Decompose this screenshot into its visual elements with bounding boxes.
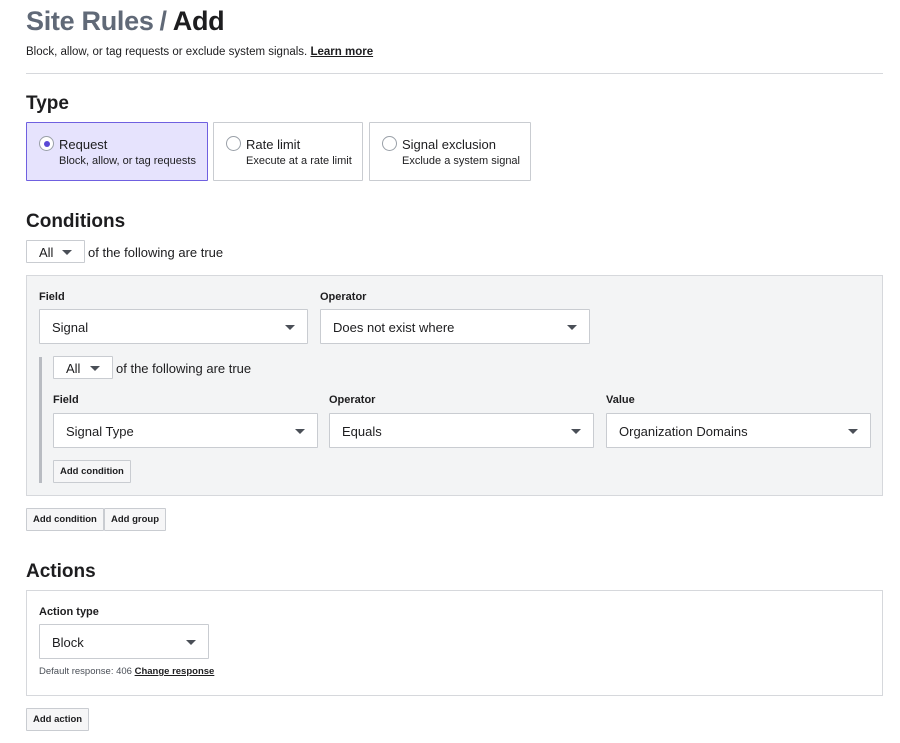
chevron-down-icon [571,429,581,434]
type-option-rate-limit[interactable]: Rate limit Execute at a rate limit [213,122,363,181]
action-type-label: Action type [39,606,99,618]
group-add-condition-button[interactable]: Add condition [53,460,131,483]
operator-label: Operator [320,291,367,303]
type-option-signal-exclusion[interactable]: Signal exclusion Exclude a system signal [369,122,531,181]
type-section-title: Type [26,93,69,114]
change-response-link[interactable]: Change response [135,666,215,677]
group-value-select[interactable]: Organization Domains [606,413,871,448]
chevron-down-icon [285,325,295,330]
default-response-text: Default response: 406 [39,666,132,677]
chevron-down-icon [62,250,72,255]
group-operator-label: Operator [329,394,376,406]
group-match-select[interactable]: All [53,356,113,379]
condition-field-select[interactable]: Signal [39,309,308,344]
select-value: Signal [52,320,89,335]
radio-unchecked-icon[interactable] [382,136,397,151]
actions-section-title: Actions [26,561,96,582]
select-value: Organization Domains [619,424,748,439]
conditions-match-text: of the following are true [88,245,224,260]
radio-checked-icon[interactable] [39,136,54,151]
default-response-note: Default response: 406 Change response [39,666,214,677]
select-value: Does not exist where [333,320,455,335]
select-value: All [66,361,81,376]
condition-panel: Field Signal Operator Does not exist whe… [26,275,883,496]
action-type-select[interactable]: Block [39,624,209,659]
field-label: Field [39,291,65,303]
chevron-down-icon [90,366,100,371]
condition-operator-select[interactable]: Does not exist where [320,309,590,344]
breadcrumb-site-rules[interactable]: Site Rules [26,6,154,36]
type-option-request[interactable]: Request Block, allow, or tag requests [26,122,208,181]
type-option-description: Execute at a rate limit [246,155,352,167]
group-operator-select[interactable]: Equals [329,413,594,448]
chevron-down-icon [848,429,858,434]
breadcrumb-separator: / [159,6,168,36]
radio-unchecked-icon[interactable] [226,136,241,151]
group-field-select[interactable]: Signal Type [53,413,318,448]
page-title: Site Rules / Add [26,6,225,37]
group-indent-bar [39,357,42,483]
page-description: Block, allow, or tag requests or exclude… [26,46,373,58]
chevron-down-icon [186,640,196,645]
group-field-label: Field [53,394,79,406]
action-panel: Action type Block Default response: 406 … [26,590,883,696]
select-value: Equals [342,424,382,439]
add-action-button[interactable]: Add action [26,708,90,731]
learn-more-link[interactable]: Learn more [310,46,373,58]
select-value: Signal Type [66,424,134,439]
type-option-description: Exclude a system signal [402,155,520,167]
conditions-match-select[interactable]: All [26,240,85,263]
type-option-label: Rate limit [246,137,301,152]
chevron-down-icon [295,429,305,434]
type-option-label: Signal exclusion [402,137,496,152]
group-value-label: Value [606,394,635,406]
select-value: All [39,245,54,260]
description-text: Block, allow, or tag requests or exclude… [26,46,308,58]
type-option-description: Block, allow, or tag requests [59,155,196,167]
conditions-section-title: Conditions [26,211,126,232]
chevron-down-icon [567,325,577,330]
select-value: Block [52,635,84,650]
type-option-label: Request [59,137,108,152]
add-group-button[interactable]: Add group [104,508,167,531]
group-match-text: of the following are true [116,361,252,376]
breadcrumb-current: Add [172,6,225,36]
add-condition-button[interactable]: Add condition [26,508,104,531]
header-divider [26,73,883,74]
